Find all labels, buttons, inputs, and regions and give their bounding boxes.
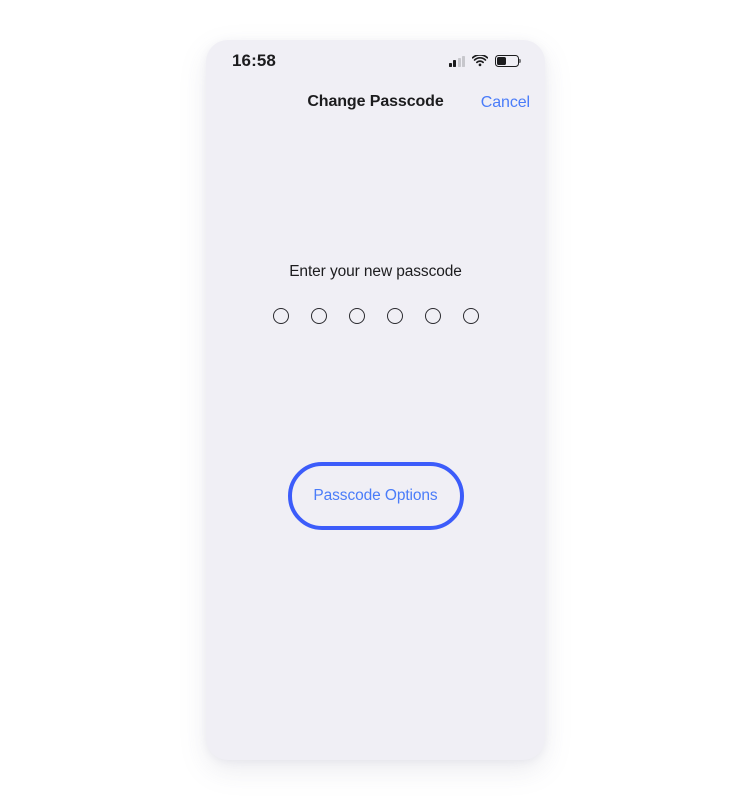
wifi-icon: [472, 55, 488, 67]
status-bar-time: 16:58: [232, 51, 276, 70]
passcode-options-button[interactable]: Passcode Options: [287, 462, 464, 530]
passcode-dot: [348, 308, 365, 324]
passcode-dot: [310, 308, 327, 324]
battery-icon: [495, 55, 519, 67]
status-bar-icons: [448, 55, 519, 67]
passcode-dot: [386, 308, 403, 324]
cellular-signal-icon: [448, 55, 465, 67]
battery-level-fill: [497, 57, 507, 65]
status-bar: 16:58: [206, 40, 545, 82]
passcode-dot: [462, 308, 479, 324]
passcode-dot: [272, 308, 289, 324]
passcode-prompt-label: Enter your new passcode: [289, 263, 462, 280]
passcode-dots[interactable]: [206, 308, 545, 324]
cancel-button[interactable]: Cancel: [481, 94, 530, 112]
passcode-dot: [424, 308, 441, 324]
navigation-bar: Change Passcode Cancel: [206, 82, 545, 122]
phone-screen-panel: 16:58 Change Passcode Cancel Enter your …: [206, 40, 545, 760]
